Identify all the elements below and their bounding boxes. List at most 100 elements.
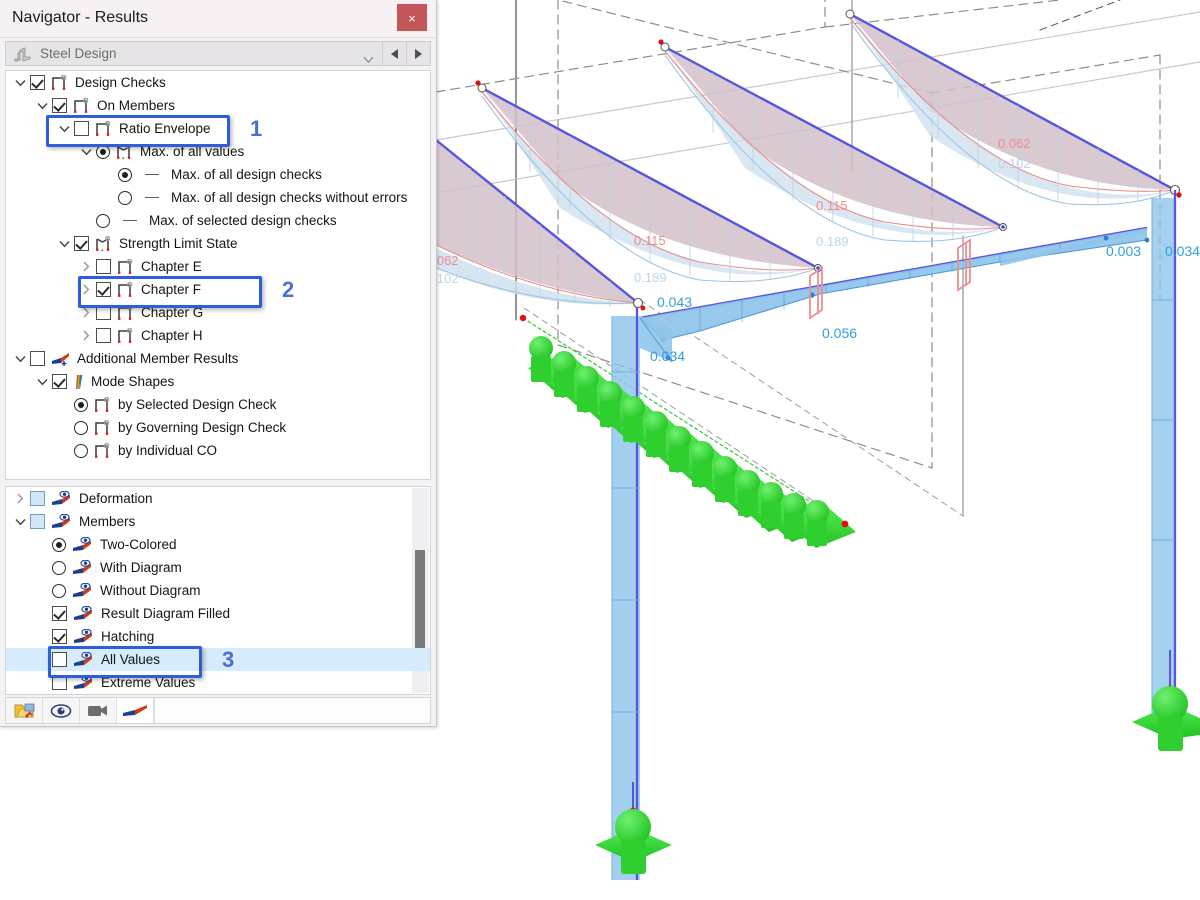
tree-item-design-checks[interactable]: Design Checks [6,71,430,94]
tree-item-control[interactable] [74,397,88,412]
tree-item-control[interactable] [52,675,67,690]
chevron-down-icon[interactable] [34,94,50,117]
tree-item-by-selected-design-check[interactable]: by Selected Design Check [6,393,430,416]
design-type-combobox[interactable]: Steel Design [5,41,383,66]
checkbox[interactable] [52,652,67,667]
chevron-down-icon[interactable] [363,50,374,63]
checkbox[interactable] [30,351,45,366]
tree-item-max-of-all-design-checks-without-errors[interactable]: Max. of all design checks without errors [6,186,430,209]
checkbox[interactable] [52,629,67,644]
chevron-right-icon[interactable] [78,278,94,301]
tree-item-control[interactable] [74,121,89,136]
tree-item-control[interactable] [96,144,110,159]
tree-item-ratio-envelope[interactable]: Ratio Envelope [6,117,430,140]
checkbox[interactable] [30,75,45,90]
radio-button[interactable] [52,537,66,552]
radio-button[interactable] [118,167,132,182]
open-folder-results-icon[interactable] [6,698,43,723]
tree-item-control[interactable] [52,606,67,621]
checkbox[interactable] [74,121,89,136]
checkbox[interactable] [52,675,67,690]
checkbox[interactable] [52,374,67,389]
tree-item-control[interactable] [30,75,45,90]
radio-button[interactable] [74,420,88,435]
checkbox[interactable] [96,305,111,320]
tree-item-control[interactable] [118,167,132,182]
tree-item-control[interactable] [52,560,66,575]
tree-item-control[interactable] [96,328,111,343]
video-camera-icon[interactable] [80,698,117,723]
chevron-right-icon[interactable] [78,324,94,347]
tree-item-members[interactable]: Members [6,510,430,533]
next-design-button[interactable] [407,41,431,66]
tree-item-with-diagram[interactable]: With Diagram [6,556,430,579]
tree-item-strength-limit-state[interactable]: Strength Limit State [6,232,430,255]
tree-item-mode-shapes[interactable]: Mode Shapes [6,370,430,393]
tree-item-extreme-values[interactable]: Extreme Values [6,671,430,694]
tree-item-without-diagram[interactable]: Without Diagram [6,579,430,602]
radio-button[interactable] [118,190,132,205]
tree-item-additional-member-results[interactable]: Additional Member Results [6,347,430,370]
radio-button[interactable] [74,397,88,412]
previous-design-button[interactable] [383,41,407,66]
radio-button[interactable] [96,213,110,228]
result-diagram-icon[interactable] [117,698,154,723]
design-checks-tree[interactable]: Design Checks On Members Ratio Envelope … [5,70,431,480]
tree-item-by-individual-co[interactable]: by Individual CO [6,439,430,462]
tree-item-control[interactable] [96,213,110,228]
navigator-toolbar[interactable] [5,697,431,724]
tree-item-control[interactable] [96,259,111,274]
radio-button[interactable] [52,583,66,598]
tree-item-control[interactable] [30,351,45,366]
tree-item-control[interactable] [52,652,67,667]
tree-item-control[interactable] [30,514,45,529]
tree-item-chapter-f[interactable]: Chapter F [6,278,430,301]
chevron-right-icon[interactable] [78,255,94,278]
tree-item-chapter-e[interactable]: Chapter E [6,255,430,278]
display-options-tree[interactable]: Deformation Members Two-Colored With Dia… [5,486,431,695]
checkbox[interactable] [52,606,67,621]
chevron-down-icon[interactable] [78,140,94,163]
chevron-right-icon[interactable] [12,487,28,510]
tree-item-control[interactable] [30,491,45,506]
chevron-down-icon[interactable] [34,370,50,393]
tree-item-control[interactable] [52,98,67,113]
tree-item-hatching[interactable]: Hatching [6,625,430,648]
tree-item-control[interactable] [118,190,132,205]
tree-item-chapter-h[interactable]: Chapter H [6,324,430,347]
close-icon[interactable]: × [397,4,427,31]
checkbox[interactable] [96,282,111,297]
radio-button[interactable] [96,144,110,159]
tree-item-control[interactable] [74,443,88,458]
checkbox[interactable] [30,514,45,529]
chevron-down-icon[interactable] [56,232,72,255]
design-type-selector[interactable]: Steel Design [5,41,431,66]
chevron-down-icon[interactable] [12,347,28,370]
tree-item-control[interactable] [74,420,88,435]
tree-item-all-values[interactable]: All Values [6,648,430,671]
tree-item-control[interactable] [52,374,67,389]
tree-item-max-of-all-design-checks[interactable]: Max. of all design checks [6,163,430,186]
tree-item-control[interactable] [52,629,67,644]
checkbox[interactable] [96,328,111,343]
checkbox[interactable] [30,491,45,506]
checkbox[interactable] [74,236,89,251]
tree-item-on-members[interactable]: On Members [6,94,430,117]
tree-item-by-governing-design-check[interactable]: by Governing Design Check [6,416,430,439]
eye-icon[interactable] [43,698,80,723]
checkbox[interactable] [96,259,111,274]
chevron-down-icon[interactable] [56,117,72,140]
tree-item-two-colored[interactable]: Two-Colored [6,533,430,556]
tree-item-control[interactable] [52,537,66,552]
checkbox[interactable] [52,98,67,113]
tree-item-control[interactable] [74,236,89,251]
radio-button[interactable] [74,443,88,458]
tree-item-control[interactable] [52,583,66,598]
tree-item-max-of-selected-design-checks[interactable]: Max. of selected design checks [6,209,430,232]
tree-item-control[interactable] [96,282,111,297]
tree-item-max-of-all-values[interactable]: Max. of all values [6,140,430,163]
tree-item-result-diagram-filled[interactable]: Result Diagram Filled [6,602,430,625]
chevron-right-icon[interactable] [78,301,94,324]
chevron-down-icon[interactable] [12,510,28,533]
tree-item-control[interactable] [96,305,111,320]
